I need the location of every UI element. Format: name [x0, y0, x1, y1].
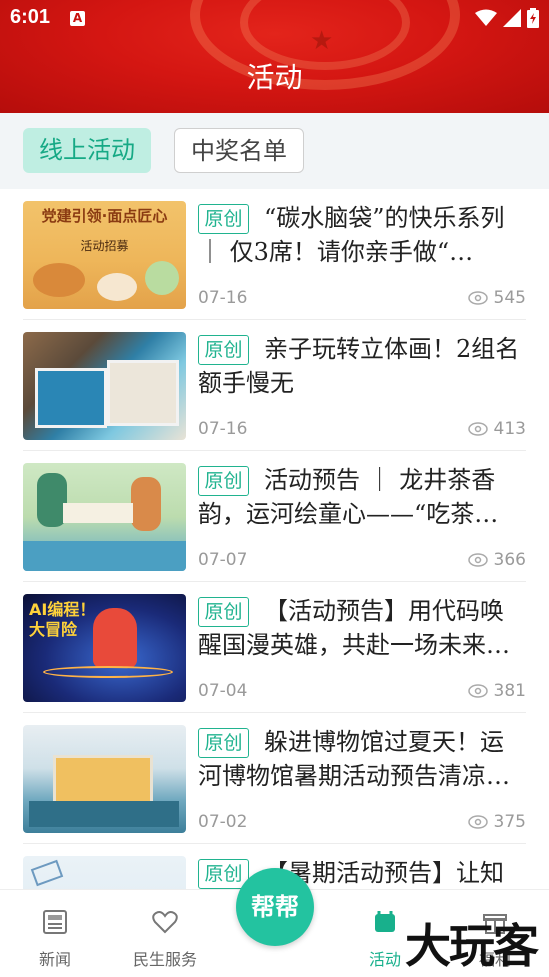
view-count-value: 381	[493, 681, 526, 701]
item-title[interactable]: 【活动预告】用代码唤醒国漫英雄，共赴一场未来…	[198, 594, 526, 666]
wifi-icon	[475, 9, 497, 26]
view-count: 413	[467, 419, 526, 439]
tab-online-activities[interactable]: 线上活动	[23, 128, 151, 173]
thumbnail-image: AI编程！大冒险	[23, 594, 186, 702]
item-title[interactable]: 亲子玩转立体画！2组名额手慢无	[198, 332, 526, 404]
item-title[interactable]: 活动预告 ｜ 龙井茶香韵，运河绘童心——“吃茶…	[198, 463, 526, 535]
item-date: 07-07	[198, 550, 248, 570]
view-count: 375	[467, 812, 526, 832]
help-center-button[interactable]: 帮帮	[236, 868, 314, 946]
eye-icon	[467, 422, 488, 436]
item-date: 07-04	[198, 681, 248, 701]
status-bar: 6:01 A	[0, 0, 549, 36]
battery-icon	[527, 8, 539, 28]
list-item[interactable]: 原创 躲进博物馆过夏天！运河博物馆暑期活动预告清凉… 07-02 375	[23, 713, 526, 844]
eye-icon	[467, 684, 488, 698]
list-item[interactable]: 原创 亲子玩转立体画！2组名额手慢无 07-16 413	[23, 320, 526, 451]
thumbnail-image	[23, 725, 186, 833]
header: ★ 6:01 A 活动	[0, 0, 549, 113]
thumbnail-image: 党建引领·面点匠心 活动招募	[23, 201, 186, 309]
activity-icon	[375, 911, 395, 932]
newspaper-icon	[43, 910, 67, 934]
item-date: 07-02	[198, 812, 248, 832]
view-count-value: 545	[493, 288, 526, 308]
heart-icon	[152, 911, 178, 934]
nav-news[interactable]: 新闻	[0, 908, 110, 970]
status-icons	[475, 8, 539, 28]
bottom-nav: 新闻 民生服务 帮帮 活动 福利 大玩客	[0, 868, 549, 977]
page-title: 活动	[246, 61, 303, 94]
signal-icon	[503, 9, 521, 27]
view-count-value: 413	[493, 419, 526, 439]
thumbnail-caption: AI编程！大冒险	[29, 600, 96, 639]
list-item[interactable]: 党建引领·面点匠心 活动招募 原创 “碳水脑袋”的快乐系列 ｜ 仅3席！请你亲手…	[23, 189, 526, 320]
view-count-value: 375	[493, 812, 526, 832]
thumbnail-caption: 党建引领·面点匠心	[41, 207, 168, 225]
view-count: 366	[467, 550, 526, 570]
view-count-value: 366	[493, 550, 526, 570]
nav-public-service[interactable]: 民生服务	[110, 908, 220, 970]
item-date: 07-16	[198, 288, 248, 308]
thumbnail-image	[23, 463, 186, 571]
item-title[interactable]: 躲进博物馆过夏天！运河博物馆暑期活动预告清凉…	[198, 725, 526, 797]
view-count: 381	[467, 681, 526, 701]
view-count: 545	[467, 288, 526, 308]
activity-list: 党建引领·面点匠心 活动招募 原创 “碳水脑袋”的快乐系列 ｜ 仅3席！请你亲手…	[0, 189, 549, 889]
thumbnail-subcaption: 活动招募	[80, 239, 129, 253]
thumbnail-image	[23, 856, 186, 889]
thumbnail-image	[23, 332, 186, 440]
item-date: 07-16	[198, 419, 248, 439]
watermark-logo: 大玩客	[405, 919, 539, 973]
tab-bar: 线上活动 中奖名单	[0, 113, 549, 189]
eye-icon	[467, 553, 488, 567]
list-item[interactable]: 原创 活动预告 ｜ 龙井茶香韵，运河绘童心——“吃茶… 07-07 366	[23, 451, 526, 582]
item-title[interactable]: “碳水脑袋”的快乐系列 ｜ 仅3席！请你亲手做“…	[198, 201, 526, 273]
nav-news-label: 新闻	[38, 950, 71, 969]
tab-winners-list[interactable]: 中奖名单	[174, 128, 304, 173]
status-time: 6:01	[10, 6, 51, 28]
notification-a-icon: A	[70, 11, 85, 26]
nav-public-service-label: 民生服务	[132, 950, 197, 969]
eye-icon	[467, 291, 488, 305]
eye-icon	[467, 815, 488, 829]
list-item[interactable]: AI编程！大冒险 原创 【活动预告】用代码唤醒国漫英雄，共赴一场未来… 07-0…	[23, 582, 526, 713]
